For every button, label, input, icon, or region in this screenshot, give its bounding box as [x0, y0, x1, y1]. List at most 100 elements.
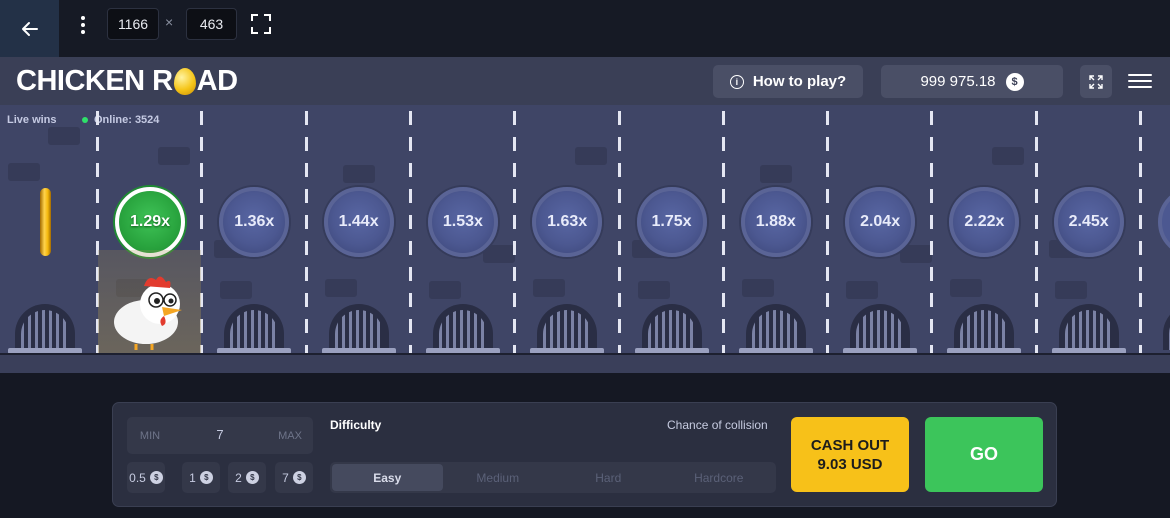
online-count: Online: 3524 — [82, 114, 159, 126]
chicken-icon — [114, 276, 182, 350]
chip-value: 1 — [189, 470, 196, 485]
chicken-road-logo: CHICKEN R AD — [16, 65, 238, 97]
lane-divider — [1139, 111, 1142, 361]
manhole-grate — [432, 304, 493, 350]
manhole-grate — [1163, 304, 1170, 350]
difficulty-option-hardcore[interactable]: Hardcore — [664, 464, 775, 491]
expand-icon — [1089, 74, 1103, 89]
live-wins-label[interactable]: Live wins — [7, 114, 57, 126]
menu-line — [1128, 86, 1152, 88]
device-toolbar: 1166 × 463 — [0, 0, 1170, 57]
kebab-menu-icon — [81, 16, 85, 34]
wall-brick — [900, 245, 933, 263]
manhole-grate — [224, 304, 285, 350]
dollar-coin-icon: $ — [149, 471, 163, 484]
lane-divider — [930, 111, 934, 361]
menu-line — [1128, 80, 1152, 82]
balance-display: 999 975.18 $ — [881, 65, 1063, 98]
manhole-grate — [954, 304, 1015, 350]
lane-divider — [826, 111, 830, 361]
difficulty-option-hard[interactable]: Hard — [553, 464, 664, 491]
balance-value: 999 975.18 — [920, 73, 996, 90]
more-options-button[interactable] — [74, 14, 92, 36]
egg-icon — [173, 67, 196, 95]
manhole-grate — [850, 304, 911, 350]
multiplier-coin[interactable]: 1.63x — [532, 187, 603, 257]
wall-brick — [482, 245, 515, 263]
lane-divider — [1034, 111, 1038, 361]
wall-brick — [48, 127, 80, 145]
viewport-width-input[interactable]: 1166 — [107, 8, 159, 40]
manhole-grate — [15, 304, 75, 350]
go-button[interactable]: GO — [925, 417, 1043, 492]
cash-out-button[interactable]: CASH OUT 9.03 USD — [791, 417, 909, 492]
wall-brick — [846, 281, 879, 299]
manhole-grate — [641, 304, 702, 350]
fullscreen-button[interactable] — [249, 12, 273, 36]
bet-min-button[interactable]: MIN — [132, 425, 168, 447]
cash-out-label: CASH OUT — [810, 436, 890, 454]
bet-amount-control: MIN 7 MAX — [127, 417, 313, 454]
arrow-left-icon — [21, 21, 38, 36]
wall-brick — [741, 279, 774, 297]
logo-text-end: AD — [196, 64, 238, 97]
multiplier-coin[interactable]: 1.36x — [219, 187, 290, 257]
bet-amount-input[interactable]: 7 — [177, 427, 263, 442]
hamburger-menu-button[interactable] — [1128, 69, 1152, 93]
manhole-grate — [745, 304, 806, 350]
multiplier-coin[interactable]: 2.45x — [1053, 187, 1124, 257]
difficulty-option-medium[interactable]: Medium — [443, 464, 554, 491]
manhole-grate — [1058, 304, 1119, 350]
expand-button[interactable] — [1080, 65, 1112, 98]
chip-value: 7 — [282, 470, 289, 485]
quick-bet-chip[interactable]: 0.5 $ — [127, 462, 165, 493]
manhole-grate — [328, 304, 389, 350]
dollar-coin-icon: $ — [199, 471, 213, 484]
wall-brick — [575, 147, 608, 165]
bet-max-button[interactable]: MAX — [272, 425, 308, 447]
road-ground — [0, 353, 1170, 373]
wall-brick — [950, 279, 983, 297]
online-status-dot — [82, 117, 88, 123]
quick-bet-chip[interactable]: 1 $ — [182, 462, 220, 493]
multiplier-coin[interactable]: 1.75x — [636, 187, 707, 257]
chip-value: 0.5 — [129, 470, 146, 485]
road-area: Live wins Online: 3524 1.29x 1.36x 1.44x 1.… — [0, 105, 1170, 373]
wall-brick — [158, 147, 190, 165]
multiplier-coin[interactable]: 1.53x — [427, 187, 498, 257]
difficulty-option-easy[interactable]: Easy — [332, 464, 443, 491]
multiplier-coin[interactable]: 2.22x — [949, 187, 1020, 257]
dollar-coin-icon: $ — [1005, 72, 1024, 91]
menu-line — [1128, 74, 1152, 76]
wall-brick — [992, 147, 1025, 165]
multiplier-coin-partial — [1158, 187, 1170, 257]
dollar-coin-icon: $ — [245, 471, 259, 484]
how-to-play-button[interactable]: i How to play? — [713, 65, 863, 98]
wall-brick — [759, 165, 792, 183]
wall-brick — [428, 281, 461, 299]
quick-bet-chip[interactable]: 2 $ — [228, 462, 266, 493]
lane-divider — [721, 111, 725, 361]
wall-brick — [8, 163, 40, 181]
dollar-coin-icon: $ — [292, 471, 306, 484]
fullscreen-icon — [251, 14, 271, 34]
cash-out-amount: 9.03 USD — [817, 455, 883, 473]
wall-brick — [342, 165, 375, 183]
wall-brick — [533, 279, 566, 297]
multiplier-coin[interactable]: 2.04x — [845, 187, 916, 257]
quick-bet-chip[interactable]: 7 $ — [275, 462, 313, 493]
online-count-label: Online: 3524 — [94, 114, 160, 126]
viewport-height-input[interactable]: 463 — [186, 8, 237, 40]
game-header: CHICKEN R AD i How to play? 999 975.18 $ — [0, 57, 1170, 105]
chip-value: 2 — [235, 470, 242, 485]
dimension-separator: × — [165, 14, 174, 30]
back-button[interactable] — [0, 0, 59, 57]
lane-divider — [617, 111, 621, 361]
multiplier-coin[interactable]: 1.44x — [323, 187, 394, 257]
wall-brick — [637, 281, 670, 299]
multiplier-coin[interactable]: 1.29x — [115, 187, 185, 257]
lane-divider — [304, 111, 308, 361]
multiplier-coin[interactable]: 1.88x — [740, 187, 811, 257]
logo-text-start: CHICKEN R — [16, 64, 173, 97]
wall-brick — [324, 279, 357, 297]
